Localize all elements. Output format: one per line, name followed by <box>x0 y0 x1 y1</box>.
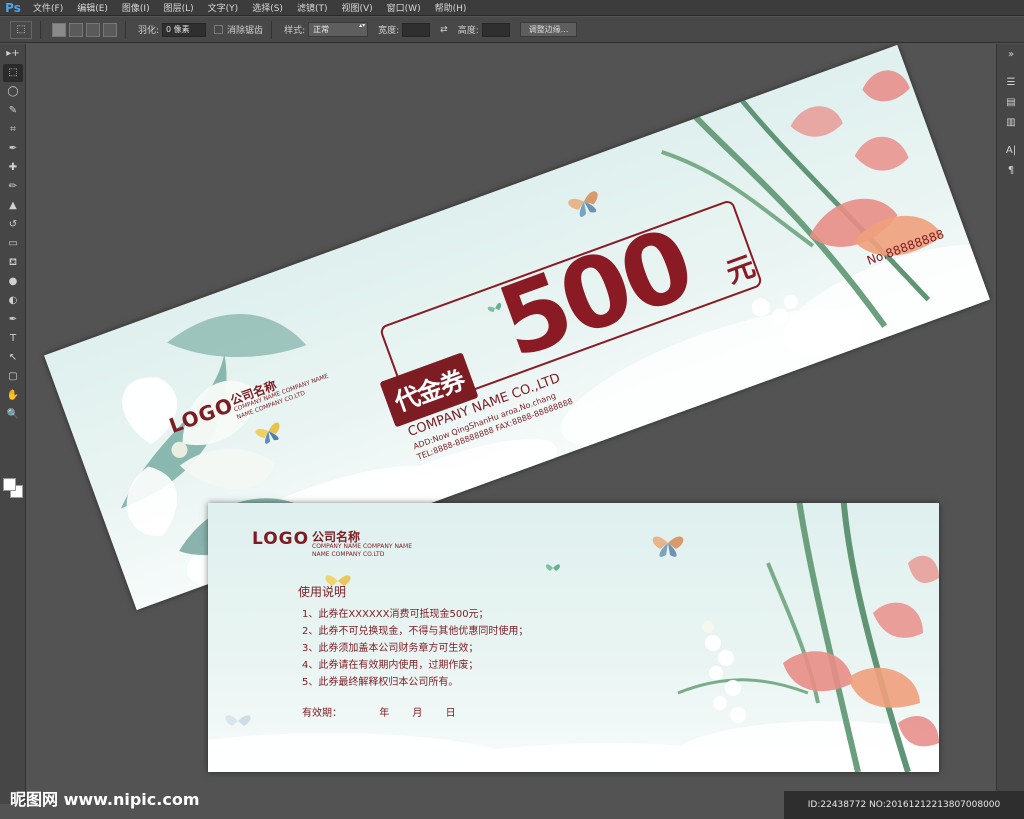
divider <box>40 20 41 39</box>
lasso-icon[interactable]: ◯ <box>3 83 23 101</box>
company-name-en-2: NAME COMPANY CO.LTD <box>312 551 385 558</box>
height-input[interactable] <box>481 22 510 37</box>
brush-icon[interactable]: ✏ <box>3 178 23 196</box>
height-label: 高度: <box>457 26 479 36</box>
usage-item: 1、此券在XXXXXX消费可抵现金500元； <box>302 609 489 620</box>
menu-layer[interactable]: 图层(L) <box>157 1 201 14</box>
usage-item: 5、此券最终解释权归本公司所有。 <box>302 677 459 688</box>
eraser-icon[interactable]: ▭ <box>3 235 23 253</box>
swap-icon[interactable]: ⇄ <box>440 25 448 35</box>
move-icon[interactable]: ▸+ <box>3 45 23 63</box>
marquee-icon[interactable]: ⬚ <box>3 64 23 82</box>
paragraph-panel-icon[interactable]: ¶ <box>1001 162 1021 180</box>
layers-panel-icon[interactable]: ▥ <box>1001 114 1021 132</box>
validity-day: 日 <box>445 708 456 719</box>
style-label: 样式: <box>284 26 306 36</box>
panel-collapse-icon[interactable]: » <box>1001 46 1021 64</box>
menu-select[interactable]: 选择(S) <box>245 1 290 14</box>
menu-type[interactable]: 文字(Y) <box>201 1 246 14</box>
pen-icon[interactable]: ✒ <box>3 311 23 329</box>
tools-panel: ▸+ ⬚ ◯ ✎ ⌗ ✒ ✚ ✏ ▲ ↺ ▭ ⛾ ● ◐ ✒ T ↖ ▢ ✋ 🔍 <box>0 44 26 804</box>
subtract-selection-button[interactable] <box>86 22 100 37</box>
photoshop-window: Ps 文件(F) 编辑(E) 图像(I) 图层(L) 文字(Y) 选择(S) 滤… <box>0 0 1024 819</box>
paint-bucket-icon[interactable]: ⛾ <box>3 254 23 272</box>
blur-icon[interactable]: ● <box>3 273 23 291</box>
refine-edge-button[interactable]: 调整边缘... <box>519 22 578 37</box>
marquee-icon: ⬚ <box>16 24 26 35</box>
validity-month: 月 <box>412 708 423 719</box>
dodge-icon[interactable]: ◐ <box>3 292 23 310</box>
menu-view[interactable]: 视图(V) <box>334 1 379 14</box>
options-bar: ⬚ 羽化: 0 像素 消除锯齿 样式: 正常 宽度: ⇄ 高度: 调整边缘... <box>0 17 1024 43</box>
crop-icon[interactable]: ⌗ <box>3 121 23 139</box>
path-select-icon[interactable]: ↖ <box>3 349 23 367</box>
add-selection-button[interactable] <box>69 22 83 37</box>
site-watermark: 昵图网 www.nipic.com <box>10 790 200 809</box>
image-id-bar: ID:22438772 NO:20161212213807008000 <box>784 791 1024 819</box>
panel-dock: » ☰ ▤ ▥ A| ¶ <box>996 44 1024 804</box>
foreground-color-swatch[interactable] <box>3 478 16 491</box>
actions-panel-icon[interactable]: ▤ <box>1001 94 1021 112</box>
menu-file[interactable]: 文件(F) <box>26 1 70 14</box>
healing-icon[interactable]: ✚ <box>3 159 23 177</box>
usage-item: 3、此券须加盖本公司财务章方可生效； <box>302 643 479 654</box>
style-select[interactable]: 正常 <box>308 22 369 37</box>
width-label: 宽度: <box>378 26 400 36</box>
menu-edit[interactable]: 编辑(E) <box>70 1 115 14</box>
shape-icon[interactable]: ▢ <box>3 368 23 386</box>
usage-item: 4、此券请在有效期内使用，过期作废； <box>302 660 479 671</box>
divider <box>125 20 126 39</box>
antialias-checkbox[interactable] <box>214 25 224 34</box>
antialias-label: 消除锯齿 <box>227 26 264 36</box>
validity-year: 年 <box>379 708 390 719</box>
hand-icon[interactable]: ✋ <box>3 387 23 405</box>
menu-image[interactable]: 图像(I) <box>115 1 157 14</box>
usage-title: 使用说明 <box>298 585 347 599</box>
coupon-back: LOGO 公司名称 COMPANY NAME COMPANY NAME NAME… <box>208 503 939 772</box>
character-panel-icon[interactable]: A| <box>1001 142 1021 160</box>
validity-row: 有效期： 年 月 日 <box>302 704 456 719</box>
new-selection-button[interactable] <box>52 22 66 37</box>
history-brush-icon[interactable]: ↺ <box>3 216 23 234</box>
feather-input[interactable]: 0 像素 <box>162 22 207 37</box>
tool-preset-picker[interactable]: ⬚ <box>10 20 32 39</box>
width-input[interactable] <box>402 22 431 37</box>
validity-label: 有效期： <box>302 708 342 719</box>
eyedropper-icon[interactable]: ✒ <box>3 140 23 158</box>
type-icon[interactable]: T <box>3 330 23 348</box>
menu-window[interactable]: 窗口(W) <box>380 1 428 14</box>
usage-item: 2、此券不可兑换现金，不得与其他优惠同时使用； <box>302 626 529 637</box>
divider <box>271 20 273 39</box>
logo-text: LOGO <box>252 529 310 549</box>
menu-help[interactable]: 帮助(H) <box>428 1 474 14</box>
intersect-selection-button[interactable] <box>103 22 117 37</box>
zoom-icon[interactable]: 🔍 <box>3 406 23 424</box>
menu-filter[interactable]: 滤镜(T) <box>290 1 335 14</box>
canvas-workspace[interactable]: LOGO 公司名称 COMPANY NAME COMPANY NAME NAME… <box>27 44 996 804</box>
app-logo: Ps <box>5 0 21 15</box>
menu-bar: Ps 文件(F) 编辑(E) 图像(I) 图层(L) 文字(Y) 选择(S) 滤… <box>0 0 1024 16</box>
history-panel-icon[interactable]: ☰ <box>1001 74 1021 92</box>
company-name-en-1: COMPANY NAME COMPANY NAME <box>312 543 413 550</box>
quick-select-icon[interactable]: ✎ <box>3 102 23 120</box>
stamp-icon[interactable]: ▲ <box>3 197 23 215</box>
feather-label: 羽化: <box>138 26 160 36</box>
